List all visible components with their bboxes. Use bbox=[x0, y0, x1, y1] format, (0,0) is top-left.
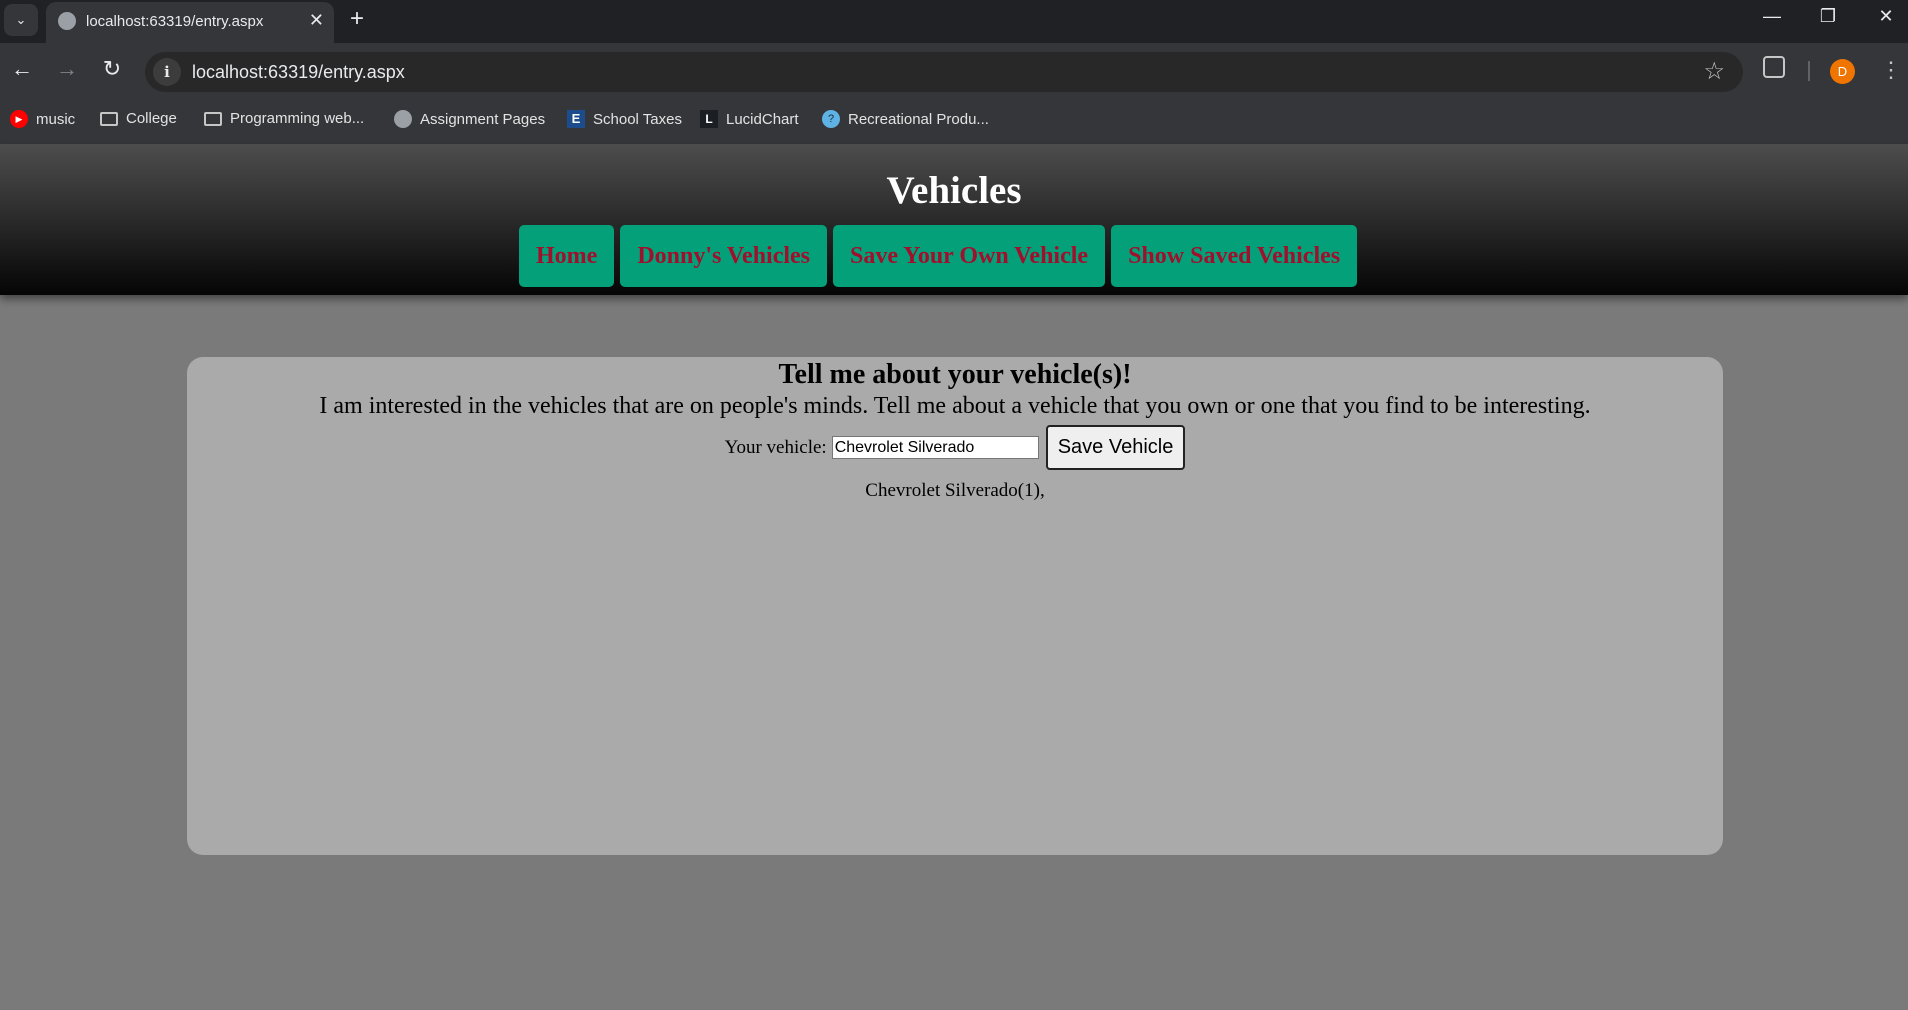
bookmark-lucidchart[interactable]: L LucidChart bbox=[700, 110, 799, 128]
tab-title: localhost:63319/entry.aspx bbox=[86, 13, 264, 30]
bookmark-label: LucidChart bbox=[726, 110, 799, 128]
nav-save-your-own-vehicle[interactable]: Save Your Own Vehicle bbox=[833, 225, 1106, 287]
toolbar-divider bbox=[1808, 61, 1810, 81]
bookmark-label: School Taxes bbox=[593, 110, 682, 128]
bookmark-assignment-pages[interactable]: Assignment Pages bbox=[394, 110, 545, 128]
bookmark-college[interactable]: College bbox=[100, 110, 177, 127]
folder-icon bbox=[204, 111, 222, 126]
lucidchart-icon: L bbox=[700, 110, 718, 128]
active-tab[interactable]: localhost:63319/entry.aspx ✕ bbox=[46, 2, 334, 43]
form-heading: Tell me about your vehicle(s)! bbox=[778, 359, 1132, 390]
recreation-icon: ? bbox=[822, 110, 840, 128]
vehicle-input[interactable] bbox=[831, 436, 1039, 459]
form-intro: I am interested in the vehicles that are… bbox=[319, 393, 1591, 419]
window-close-button[interactable]: ✕ bbox=[1871, 6, 1901, 27]
edu-e-icon: E bbox=[567, 110, 585, 128]
save-vehicle-button[interactable]: Save Vehicle bbox=[1045, 425, 1186, 470]
page-viewport: Vehicles Home Donny's Vehicles Save Your… bbox=[0, 144, 1908, 1010]
youtube-music-icon: ▶ bbox=[10, 110, 28, 128]
extensions-puzzle-icon[interactable] bbox=[1763, 56, 1785, 78]
folder-icon bbox=[100, 111, 118, 126]
site-title: Vehicles bbox=[886, 169, 1022, 212]
site-nav: Home Donny's Vehicles Save Your Own Vehi… bbox=[519, 225, 1358, 287]
site-info-icon[interactable]: i bbox=[153, 58, 181, 86]
close-tab-icon[interactable]: ✕ bbox=[309, 10, 324, 30]
globe-icon bbox=[58, 12, 76, 30]
bookmarks-bar: ▶ music College Programming web... Assig… bbox=[0, 98, 1908, 144]
saved-vehicles-result: Chevrolet Silverado(1), bbox=[865, 480, 1045, 501]
bookmark-programming[interactable]: Programming web... bbox=[204, 110, 364, 127]
forward-button[interactable]: → bbox=[53, 56, 81, 82]
bookmark-label: College bbox=[126, 110, 177, 127]
bookmark-label: Recreational Produ... bbox=[848, 110, 989, 128]
site-header: Vehicles Home Donny's Vehicles Save Your… bbox=[0, 144, 1908, 295]
profile-avatar[interactable]: D bbox=[1830, 59, 1855, 84]
bookmark-music[interactable]: ▶ music bbox=[10, 110, 75, 128]
bookmark-school-taxes[interactable]: E School Taxes bbox=[567, 110, 682, 128]
bookmark-label: Assignment Pages bbox=[420, 110, 546, 128]
globe-icon bbox=[394, 110, 412, 128]
tab-strip: ⌄ localhost:63319/entry.aspx ✕ + — ❐ ✕ bbox=[0, 0, 1908, 43]
content-panel: Tell me about your vehicle(s)! I am inte… bbox=[187, 357, 1723, 855]
vehicle-form: Your vehicle: Save Vehicle bbox=[187, 425, 1723, 470]
reload-button[interactable]: ↻ bbox=[98, 56, 126, 82]
nav-show-saved-vehicles[interactable]: Show Saved Vehicles bbox=[1111, 225, 1358, 287]
chevron-down-icon: ⌄ bbox=[15, 12, 27, 27]
bookmark-label: music bbox=[36, 110, 76, 128]
bookmark-recreational[interactable]: ? Recreational Produ... bbox=[822, 110, 989, 128]
address-bar[interactable]: i localhost:63319/entry.aspx ☆ bbox=[145, 52, 1743, 92]
nav-donnys-vehicles[interactable]: Donny's Vehicles bbox=[620, 225, 828, 287]
kebab-menu-icon[interactable]: ⋮ bbox=[1880, 55, 1902, 85]
url-text[interactable]: localhost:63319/entry.aspx bbox=[192, 62, 405, 83]
new-tab-button[interactable]: + bbox=[350, 6, 364, 32]
tab-search-button[interactable]: ⌄ bbox=[4, 4, 38, 36]
browser-toolbar: ← → ↻ i localhost:63319/entry.aspx ☆ D ⋮ bbox=[0, 43, 1908, 98]
bookmark-star-icon[interactable]: ☆ bbox=[1703, 57, 1725, 86]
vehicle-label: Your vehicle: bbox=[724, 436, 827, 458]
minimize-button[interactable]: — bbox=[1757, 6, 1787, 27]
restore-button[interactable]: ❐ bbox=[1813, 6, 1843, 27]
back-button[interactable]: ← bbox=[8, 56, 36, 82]
bookmark-label: Programming web... bbox=[230, 110, 365, 127]
nav-home[interactable]: Home bbox=[519, 225, 615, 287]
